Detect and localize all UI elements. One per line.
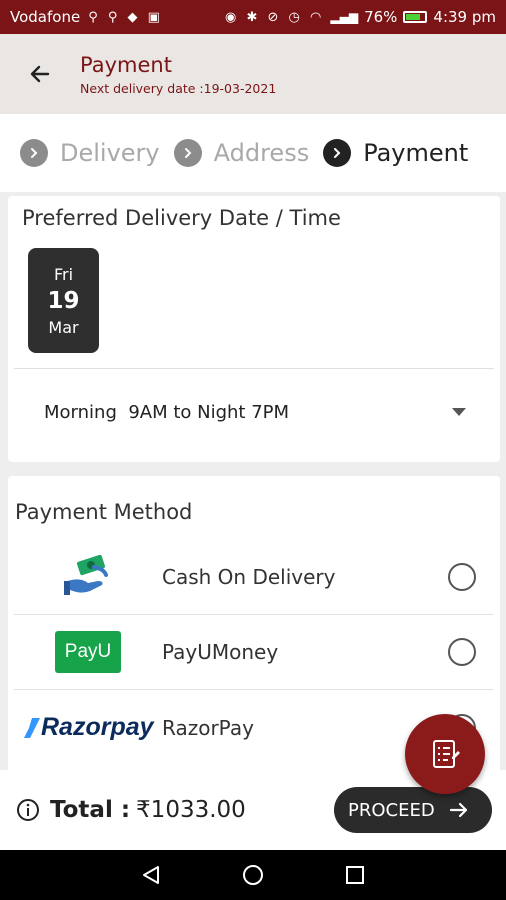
dropdown-arrow-icon xyxy=(452,408,466,416)
battery-percent: 76% xyxy=(364,8,398,26)
chevron-right-icon xyxy=(173,139,202,167)
step-label: Payment xyxy=(363,139,469,167)
date-month: Mar xyxy=(48,317,79,337)
checklist-icon xyxy=(433,740,460,768)
date-dow: Fri xyxy=(53,264,74,284)
radio-button[interactable] xyxy=(448,563,476,591)
back-arrow-icon xyxy=(30,65,50,83)
divider xyxy=(14,368,494,369)
notification-icons: ⚲ ⚲ ◆ ▣ xyxy=(88,9,163,25)
status-right: ◉ ✱ ⊘ ◷ ◠ ▂▄▆ 76% 4:39 pm xyxy=(225,8,496,26)
payment-method-title: Payment Method xyxy=(15,500,193,524)
arrow-right-icon xyxy=(449,802,467,818)
page-title: Payment xyxy=(80,52,172,77)
order-summary-fab[interactable] xyxy=(405,714,485,794)
razorpay-logo-text: Razorpay xyxy=(41,713,154,741)
total-amount: ₹1033.00 xyxy=(136,797,246,823)
checkout-stepper: Delivery Address Payment xyxy=(0,114,506,192)
proceed-label: PROCEED xyxy=(348,799,435,821)
carrier-name: Vodafone xyxy=(10,8,81,26)
clock: 4:39 pm xyxy=(433,8,496,26)
time-slot-dropdown[interactable]: Morning 9AM to Night 7PM xyxy=(14,370,494,454)
payment-option-cod[interactable]: Cash On Delivery xyxy=(14,540,494,615)
chevron-right-icon xyxy=(323,139,352,167)
delivery-card: Preferred Delivery Date / Time Fri 19 Ma… xyxy=(8,196,500,462)
proceed-button[interactable]: PROCEED xyxy=(334,787,492,833)
nav-home-icon[interactable] xyxy=(242,864,264,886)
step-label: Delivery xyxy=(60,139,160,167)
date-day: 19 xyxy=(47,287,80,314)
razorpay-logo: Razorpay xyxy=(24,713,162,742)
nav-back-icon[interactable] xyxy=(140,864,162,886)
android-nav-bar xyxy=(0,850,506,900)
radio-button[interactable] xyxy=(448,638,476,666)
info-icon[interactable] xyxy=(16,798,40,822)
step-label: Address xyxy=(213,139,310,167)
battery-icon xyxy=(403,11,428,23)
payu-logo-text: PayU xyxy=(64,641,112,662)
next-delivery-date: Next delivery date :19-03-2021 xyxy=(80,80,277,96)
signal-icon: ▂▄▆ xyxy=(330,10,359,24)
step-payment[interactable]: Payment xyxy=(323,139,468,167)
app-header: Payment Next delivery date :19-03-2021 xyxy=(0,34,506,114)
chevron-right-icon xyxy=(20,139,48,167)
cash-hand-icon xyxy=(14,555,162,599)
payu-logo: PayU xyxy=(14,631,162,673)
total-info[interactable]: Total : ₹1033.00 xyxy=(16,797,246,823)
payment-option-label: RazorPay xyxy=(162,715,254,740)
time-slot-value: Morning 9AM to Night 7PM xyxy=(44,401,290,423)
system-icons: ◉ ✱ ⊘ ◷ ◠ xyxy=(225,9,325,25)
total-label: Total : xyxy=(50,797,131,823)
payment-option-label: Cash On Delivery xyxy=(162,565,336,589)
nav-recents-icon[interactable] xyxy=(344,864,366,886)
date-chip[interactable]: Fri 19 Mar xyxy=(28,248,99,353)
status-bar: Vodafone ⚲ ⚲ ◆ ▣ ◉ ✱ ⊘ ◷ ◠ ▂▄▆ 76% 4:39 … xyxy=(0,0,506,34)
payment-option-label: PayUMoney xyxy=(162,640,279,664)
step-delivery[interactable]: Delivery xyxy=(20,139,160,167)
payment-option-payumoney[interactable]: PayU PayUMoney xyxy=(14,615,494,690)
step-address[interactable]: Address xyxy=(173,139,310,167)
delivery-card-title: Preferred Delivery Date / Time xyxy=(22,206,341,230)
back-button[interactable] xyxy=(0,34,80,114)
